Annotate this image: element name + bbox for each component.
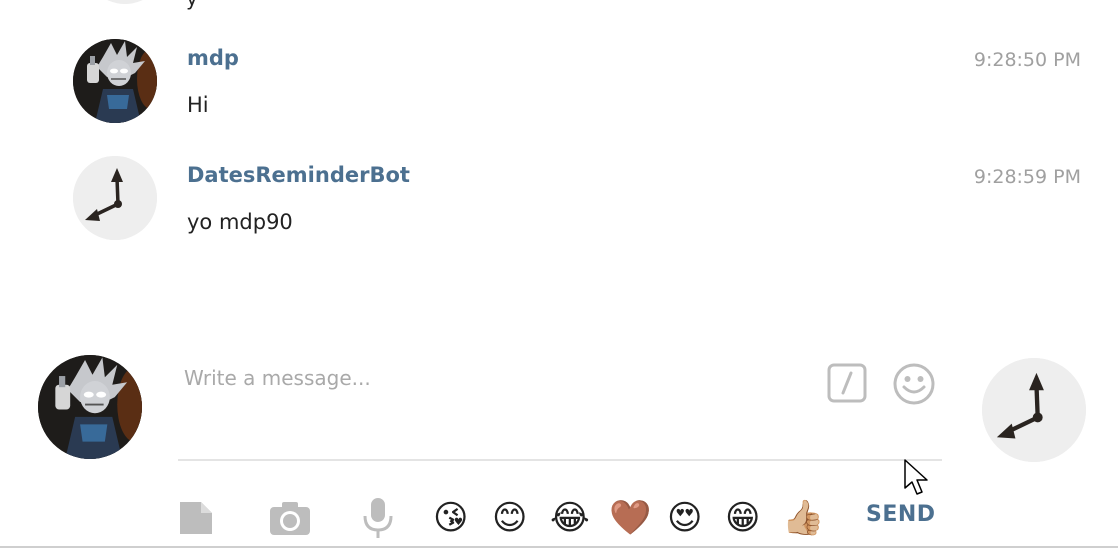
message-author[interactable]: mdp (187, 46, 239, 70)
camera-icon[interactable] (268, 498, 312, 538)
tears-of-joy-emoji[interactable]: 😂 (550, 498, 590, 538)
message-timestamp: 9:28:59 PM (973, 166, 1081, 188)
composer-divider (178, 459, 942, 461)
rick-avatar[interactable] (73, 39, 157, 123)
message-input[interactable] (180, 358, 808, 398)
heart-emoji[interactable]: 🤎 (609, 498, 651, 538)
send-button[interactable]: SEND (866, 502, 936, 527)
bot-profile-avatar[interactable] (982, 358, 1086, 462)
heart-eyes-emoji[interactable]: 😍 (667, 498, 702, 538)
file-icon[interactable] (176, 498, 216, 538)
my-avatar[interactable] (38, 355, 142, 459)
mouse-cursor-icon (904, 459, 928, 495)
microphone-icon[interactable] (358, 496, 398, 540)
previous-message-avatar (84, 0, 166, 4)
grin-emoji[interactable]: 😁 (725, 498, 760, 538)
message-author[interactable]: DatesReminderBot (187, 163, 410, 187)
message-timestamp: 9:28:50 PM (973, 49, 1081, 71)
smiley-icon[interactable] (891, 361, 937, 407)
kiss-emoji[interactable]: 😘 (433, 498, 468, 538)
thumbs-up-emoji[interactable]: 👍🏼 (782, 498, 824, 538)
previous-message-text: y (186, 0, 198, 10)
clock-avatar[interactable] (73, 156, 157, 240)
slash-command-icon[interactable] (826, 362, 868, 404)
smile-emoji[interactable]: 😊 (492, 498, 527, 538)
message-text: yo mdp90 (187, 210, 293, 234)
message-text: Hi (187, 93, 209, 117)
